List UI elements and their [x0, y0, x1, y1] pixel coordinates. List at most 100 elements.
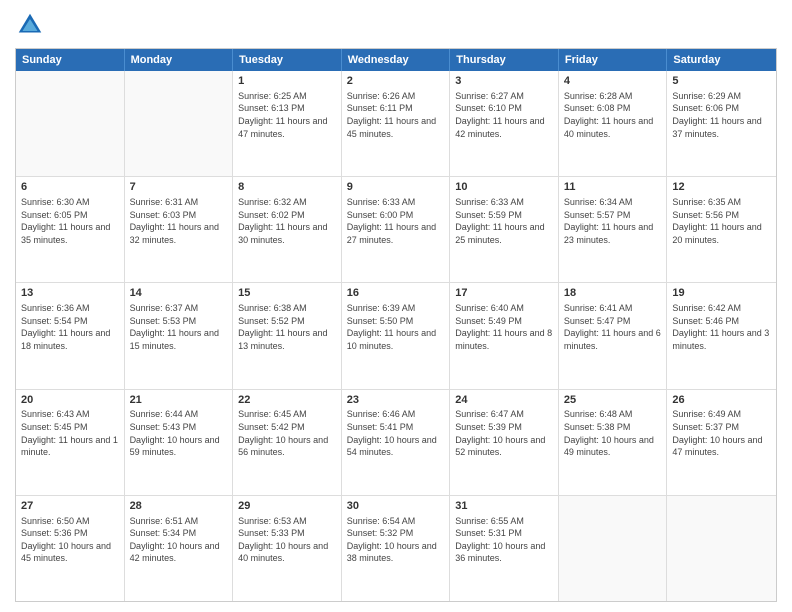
calendar-cell: 8Sunrise: 6:32 AM Sunset: 6:02 PM Daylig… [233, 177, 342, 282]
calendar-cell [16, 71, 125, 176]
cell-info: Sunrise: 6:38 AM Sunset: 5:52 PM Dayligh… [238, 302, 336, 352]
day-number: 20 [21, 393, 119, 408]
calendar-cell: 10Sunrise: 6:33 AM Sunset: 5:59 PM Dayli… [450, 177, 559, 282]
cell-info: Sunrise: 6:49 AM Sunset: 5:37 PM Dayligh… [672, 408, 771, 458]
cell-info: Sunrise: 6:39 AM Sunset: 5:50 PM Dayligh… [347, 302, 445, 352]
day-number: 30 [347, 499, 445, 514]
calendar-cell: 31Sunrise: 6:55 AM Sunset: 5:31 PM Dayli… [450, 496, 559, 601]
header-day-saturday: Saturday [667, 49, 776, 71]
calendar-row-1: 6Sunrise: 6:30 AM Sunset: 6:05 PM Daylig… [16, 176, 776, 282]
calendar-cell: 4Sunrise: 6:28 AM Sunset: 6:08 PM Daylig… [559, 71, 668, 176]
cell-info: Sunrise: 6:31 AM Sunset: 6:03 PM Dayligh… [130, 196, 228, 246]
header-day-tuesday: Tuesday [233, 49, 342, 71]
calendar-cell: 23Sunrise: 6:46 AM Sunset: 5:41 PM Dayli… [342, 390, 451, 495]
calendar-cell: 15Sunrise: 6:38 AM Sunset: 5:52 PM Dayli… [233, 283, 342, 388]
logo [15, 10, 49, 40]
cell-info: Sunrise: 6:32 AM Sunset: 6:02 PM Dayligh… [238, 196, 336, 246]
calendar-cell: 9Sunrise: 6:33 AM Sunset: 6:00 PM Daylig… [342, 177, 451, 282]
page: SundayMondayTuesdayWednesdayThursdayFrid… [0, 0, 792, 612]
day-number: 24 [455, 393, 553, 408]
cell-info: Sunrise: 6:34 AM Sunset: 5:57 PM Dayligh… [564, 196, 662, 246]
calendar-cell: 7Sunrise: 6:31 AM Sunset: 6:03 PM Daylig… [125, 177, 234, 282]
cell-info: Sunrise: 6:42 AM Sunset: 5:46 PM Dayligh… [672, 302, 771, 352]
calendar-cell: 21Sunrise: 6:44 AM Sunset: 5:43 PM Dayli… [125, 390, 234, 495]
cell-info: Sunrise: 6:41 AM Sunset: 5:47 PM Dayligh… [564, 302, 662, 352]
cell-info: Sunrise: 6:40 AM Sunset: 5:49 PM Dayligh… [455, 302, 553, 352]
day-number: 15 [238, 286, 336, 301]
cell-info: Sunrise: 6:37 AM Sunset: 5:53 PM Dayligh… [130, 302, 228, 352]
header-day-monday: Monday [125, 49, 234, 71]
day-number: 18 [564, 286, 662, 301]
day-number: 29 [238, 499, 336, 514]
calendar-header: SundayMondayTuesdayWednesdayThursdayFrid… [16, 49, 776, 71]
calendar-cell: 13Sunrise: 6:36 AM Sunset: 5:54 PM Dayli… [16, 283, 125, 388]
calendar-body: 1Sunrise: 6:25 AM Sunset: 6:13 PM Daylig… [16, 71, 776, 601]
day-number: 16 [347, 286, 445, 301]
day-number: 11 [564, 180, 662, 195]
day-number: 10 [455, 180, 553, 195]
day-number: 25 [564, 393, 662, 408]
day-number: 31 [455, 499, 553, 514]
cell-info: Sunrise: 6:48 AM Sunset: 5:38 PM Dayligh… [564, 408, 662, 458]
cell-info: Sunrise: 6:30 AM Sunset: 6:05 PM Dayligh… [21, 196, 119, 246]
cell-info: Sunrise: 6:51 AM Sunset: 5:34 PM Dayligh… [130, 515, 228, 565]
calendar-row-3: 20Sunrise: 6:43 AM Sunset: 5:45 PM Dayli… [16, 389, 776, 495]
calendar-cell: 5Sunrise: 6:29 AM Sunset: 6:06 PM Daylig… [667, 71, 776, 176]
calendar: SundayMondayTuesdayWednesdayThursdayFrid… [15, 48, 777, 602]
calendar-row-2: 13Sunrise: 6:36 AM Sunset: 5:54 PM Dayli… [16, 282, 776, 388]
header-day-thursday: Thursday [450, 49, 559, 71]
calendar-cell: 25Sunrise: 6:48 AM Sunset: 5:38 PM Dayli… [559, 390, 668, 495]
day-number: 26 [672, 393, 771, 408]
day-number: 23 [347, 393, 445, 408]
calendar-cell: 18Sunrise: 6:41 AM Sunset: 5:47 PM Dayli… [559, 283, 668, 388]
calendar-cell: 6Sunrise: 6:30 AM Sunset: 6:05 PM Daylig… [16, 177, 125, 282]
cell-info: Sunrise: 6:33 AM Sunset: 6:00 PM Dayligh… [347, 196, 445, 246]
calendar-row-0: 1Sunrise: 6:25 AM Sunset: 6:13 PM Daylig… [16, 71, 776, 176]
calendar-cell: 17Sunrise: 6:40 AM Sunset: 5:49 PM Dayli… [450, 283, 559, 388]
calendar-cell: 16Sunrise: 6:39 AM Sunset: 5:50 PM Dayli… [342, 283, 451, 388]
calendar-cell: 2Sunrise: 6:26 AM Sunset: 6:11 PM Daylig… [342, 71, 451, 176]
calendar-cell: 14Sunrise: 6:37 AM Sunset: 5:53 PM Dayli… [125, 283, 234, 388]
calendar-cell: 11Sunrise: 6:34 AM Sunset: 5:57 PM Dayli… [559, 177, 668, 282]
day-number: 1 [238, 74, 336, 89]
calendar-cell: 19Sunrise: 6:42 AM Sunset: 5:46 PM Dayli… [667, 283, 776, 388]
calendar-cell: 26Sunrise: 6:49 AM Sunset: 5:37 PM Dayli… [667, 390, 776, 495]
day-number: 22 [238, 393, 336, 408]
day-number: 19 [672, 286, 771, 301]
day-number: 3 [455, 74, 553, 89]
calendar-row-4: 27Sunrise: 6:50 AM Sunset: 5:36 PM Dayli… [16, 495, 776, 601]
calendar-cell [667, 496, 776, 601]
calendar-cell: 22Sunrise: 6:45 AM Sunset: 5:42 PM Dayli… [233, 390, 342, 495]
calendar-cell: 3Sunrise: 6:27 AM Sunset: 6:10 PM Daylig… [450, 71, 559, 176]
header-day-wednesday: Wednesday [342, 49, 451, 71]
calendar-cell: 28Sunrise: 6:51 AM Sunset: 5:34 PM Dayli… [125, 496, 234, 601]
cell-info: Sunrise: 6:29 AM Sunset: 6:06 PM Dayligh… [672, 90, 771, 140]
day-number: 8 [238, 180, 336, 195]
day-number: 13 [21, 286, 119, 301]
day-number: 9 [347, 180, 445, 195]
calendar-cell: 30Sunrise: 6:54 AM Sunset: 5:32 PM Dayli… [342, 496, 451, 601]
cell-info: Sunrise: 6:43 AM Sunset: 5:45 PM Dayligh… [21, 408, 119, 458]
cell-info: Sunrise: 6:44 AM Sunset: 5:43 PM Dayligh… [130, 408, 228, 458]
header [15, 10, 777, 40]
cell-info: Sunrise: 6:35 AM Sunset: 5:56 PM Dayligh… [672, 196, 771, 246]
logo-icon [15, 10, 45, 40]
day-number: 14 [130, 286, 228, 301]
cell-info: Sunrise: 6:45 AM Sunset: 5:42 PM Dayligh… [238, 408, 336, 458]
day-number: 27 [21, 499, 119, 514]
cell-info: Sunrise: 6:50 AM Sunset: 5:36 PM Dayligh… [21, 515, 119, 565]
day-number: 2 [347, 74, 445, 89]
calendar-cell: 12Sunrise: 6:35 AM Sunset: 5:56 PM Dayli… [667, 177, 776, 282]
cell-info: Sunrise: 6:26 AM Sunset: 6:11 PM Dayligh… [347, 90, 445, 140]
cell-info: Sunrise: 6:46 AM Sunset: 5:41 PM Dayligh… [347, 408, 445, 458]
cell-info: Sunrise: 6:25 AM Sunset: 6:13 PM Dayligh… [238, 90, 336, 140]
day-number: 21 [130, 393, 228, 408]
cell-info: Sunrise: 6:28 AM Sunset: 6:08 PM Dayligh… [564, 90, 662, 140]
day-number: 28 [130, 499, 228, 514]
day-number: 4 [564, 74, 662, 89]
header-day-friday: Friday [559, 49, 668, 71]
day-number: 5 [672, 74, 771, 89]
cell-info: Sunrise: 6:36 AM Sunset: 5:54 PM Dayligh… [21, 302, 119, 352]
calendar-cell: 1Sunrise: 6:25 AM Sunset: 6:13 PM Daylig… [233, 71, 342, 176]
day-number: 17 [455, 286, 553, 301]
